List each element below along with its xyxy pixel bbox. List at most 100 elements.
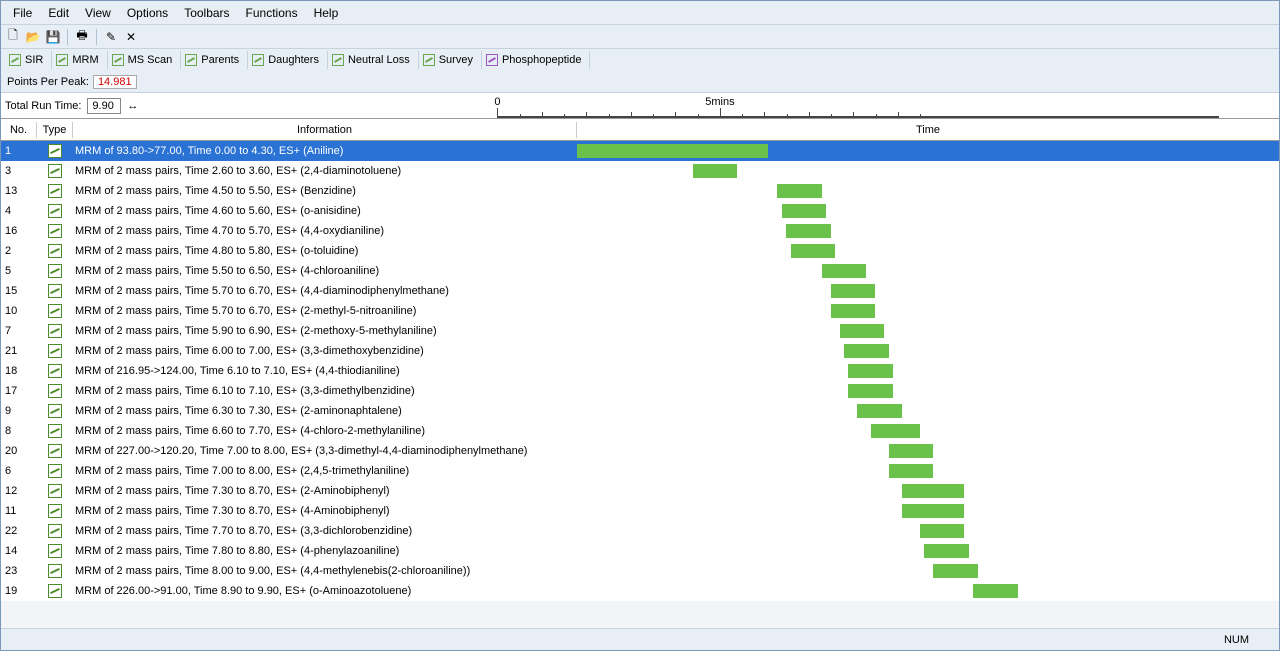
mode-phosphopeptide[interactable]: Phosphopeptide <box>482 51 591 69</box>
time-bar[interactable] <box>933 564 978 578</box>
time-bar[interactable] <box>831 284 876 298</box>
table-row[interactable]: 23MRM of 2 mass pairs, Time 8.00 to 9.00… <box>1 561 1279 581</box>
mode-neutral-loss[interactable]: Neutral Loss <box>328 51 419 69</box>
total-run-time-label: Total Run Time: <box>5 100 81 112</box>
table-row[interactable]: 14MRM of 2 mass pairs, Time 7.80 to 8.80… <box>1 541 1279 561</box>
menu-edit[interactable]: Edit <box>40 4 77 22</box>
points-per-peak-value[interactable]: 14.981 <box>93 75 137 89</box>
menu-view[interactable]: View <box>77 4 119 22</box>
table-row[interactable]: 22MRM of 2 mass pairs, Time 7.70 to 8.70… <box>1 521 1279 541</box>
header-no[interactable]: No. <box>1 122 37 138</box>
time-bar[interactable] <box>831 304 876 318</box>
save-icon[interactable]: 💾 <box>45 29 61 45</box>
table-row[interactable]: 10MRM of 2 mass pairs, Time 5.70 to 6.70… <box>1 301 1279 321</box>
header-type[interactable]: Type <box>37 122 73 138</box>
table-body: 1MRM of 93.80->77.00, Time 0.00 to 4.30,… <box>1 141 1279 601</box>
time-bar[interactable] <box>973 584 1018 598</box>
mode-mrm[interactable]: MRM <box>52 51 107 69</box>
menu-file[interactable]: File <box>5 4 40 22</box>
table-row[interactable]: 6MRM of 2 mass pairs, Time 7.00 to 8.00,… <box>1 461 1279 481</box>
total-run-time-value[interactable]: 9.90 <box>87 98 121 114</box>
table-row[interactable]: 12 MRM of 2 mass pairs, Time 7.30 to 8.70… <box>1 481 1279 501</box>
time-bar[interactable] <box>777 184 822 198</box>
total-run-time-row: Total Run Time: 9.90 ↔ 05mins <box>1 93 1279 119</box>
mrm-icon <box>48 404 62 418</box>
time-bar[interactable] <box>786 224 831 238</box>
time-bar[interactable] <box>920 524 965 538</box>
edit-icon[interactable]: ✎ <box>103 29 119 45</box>
time-bar[interactable] <box>889 444 934 458</box>
time-bar[interactable] <box>577 144 768 158</box>
mode-icon <box>112 54 124 66</box>
delete-icon[interactable]: ✕ <box>123 29 139 45</box>
time-bar[interactable] <box>871 424 920 438</box>
cell-info: MRM of 2 mass pairs, Time 4.80 to 5.80, … <box>73 245 577 257</box>
time-bar[interactable] <box>844 344 889 358</box>
time-bar[interactable] <box>857 404 902 418</box>
time-bar[interactable] <box>840 324 885 338</box>
mrm-icon <box>48 524 62 538</box>
table-row[interactable]: 13MRM of 2 mass pairs, Time 4.50 to 5.50… <box>1 181 1279 201</box>
cell-time <box>577 561 1279 581</box>
open-icon[interactable]: 📂 <box>25 29 41 45</box>
print-icon[interactable]: 🖶 <box>74 29 90 45</box>
table-row[interactable]: 8MRM of 2 mass pairs, Time 6.60 to 7.70,… <box>1 421 1279 441</box>
table-row[interactable]: 15MRM of 2 mass pairs, Time 5.70 to 6.70… <box>1 281 1279 301</box>
menu-functions[interactable]: Functions <box>238 4 306 22</box>
table-row[interactable]: 17MRM of 2 mass pairs, Time 6.10 to 7.10… <box>1 381 1279 401</box>
menu-options[interactable]: Options <box>119 4 176 22</box>
cell-time <box>577 501 1279 521</box>
table-row[interactable]: 1MRM of 93.80->77.00, Time 0.00 to 4.30,… <box>1 141 1279 161</box>
table-row[interactable]: 5MRM of 2 mass pairs, Time 5.50 to 6.50,… <box>1 261 1279 281</box>
cell-info: MRM of 2 mass pairs, Time 7.30 to 8.70, … <box>73 485 577 497</box>
time-bar[interactable] <box>848 364 893 378</box>
header-information[interactable]: Information <box>73 122 577 138</box>
table-row[interactable]: 9MRM of 2 mass pairs, Time 6.30 to 7.30,… <box>1 401 1279 421</box>
cell-info: MRM of 2 mass pairs, Time 7.30 to 8.70, … <box>73 505 577 517</box>
table-row[interactable]: 7MRM of 2 mass pairs, Time 5.90 to 6.90,… <box>1 321 1279 341</box>
time-bar[interactable] <box>889 464 934 478</box>
mode-daughters[interactable]: Daughters <box>248 51 328 69</box>
mrm-icon <box>48 144 62 158</box>
time-bar[interactable] <box>791 244 836 258</box>
cell-info: MRM of 2 mass pairs, Time 4.60 to 5.60, … <box>73 205 577 217</box>
time-bar[interactable] <box>924 544 969 558</box>
cell-type <box>37 544 73 558</box>
table-row[interactable]: 11MRM of 2 mass pairs, Time 7.30 to 8.70… <box>1 501 1279 521</box>
new-icon[interactable]: 🗋 <box>5 29 21 45</box>
cell-type <box>37 144 73 158</box>
mrm-icon <box>48 184 62 198</box>
table-row[interactable]: 16MRM of 2 mass pairs, Time 4.70 to 5.70… <box>1 221 1279 241</box>
header-time[interactable]: Time <box>577 122 1279 138</box>
cell-info: MRM of 2 mass pairs, Time 7.70 to 8.70, … <box>73 525 577 537</box>
table-row[interactable]: 21MRM of 2 mass pairs, Time 6.00 to 7.00… <box>1 341 1279 361</box>
table-row[interactable]: 4MRM of 2 mass pairs, Time 4.60 to 5.60,… <box>1 201 1279 221</box>
time-bar[interactable] <box>902 484 964 498</box>
mode-ms-scan[interactable]: MS Scan <box>108 51 182 69</box>
mode-survey[interactable]: Survey <box>419 51 482 69</box>
status-bar: NUM <box>1 628 1279 650</box>
table-row[interactable]: 20MRM of 227.00->120.20, Time 7.00 to 8.… <box>1 441 1279 461</box>
cell-no: 1 <box>1 145 37 157</box>
table-row[interactable]: 3MRM of 2 mass pairs, Time 2.60 to 3.60,… <box>1 161 1279 181</box>
mode-label: MS Scan <box>128 54 173 66</box>
cell-no: 12 <box>1 485 37 497</box>
time-bar[interactable] <box>848 384 893 398</box>
time-bar[interactable] <box>902 504 964 518</box>
mrm-icon <box>48 304 62 318</box>
mrm-icon <box>48 324 62 338</box>
time-bar[interactable] <box>822 264 867 278</box>
time-bar[interactable] <box>693 164 738 178</box>
resize-icon[interactable]: ↔ <box>127 100 140 112</box>
mode-icon <box>185 54 197 66</box>
menu-toolbars[interactable]: Toolbars <box>176 4 237 22</box>
table-row[interactable]: 19MRM of 226.00->91.00, Time 8.90 to 9.9… <box>1 581 1279 601</box>
table-row[interactable]: 18MRM of 216.95->124.00, Time 6.10 to 7.… <box>1 361 1279 381</box>
time-bar[interactable] <box>782 204 827 218</box>
menu-help[interactable]: Help <box>306 4 347 22</box>
table-row[interactable]: 2MRM of 2 mass pairs, Time 4.80 to 5.80,… <box>1 241 1279 261</box>
mode-sir[interactable]: SIR <box>5 51 52 69</box>
mode-parents[interactable]: Parents <box>181 51 248 69</box>
cell-time <box>577 301 1279 321</box>
cell-time <box>577 161 1279 181</box>
